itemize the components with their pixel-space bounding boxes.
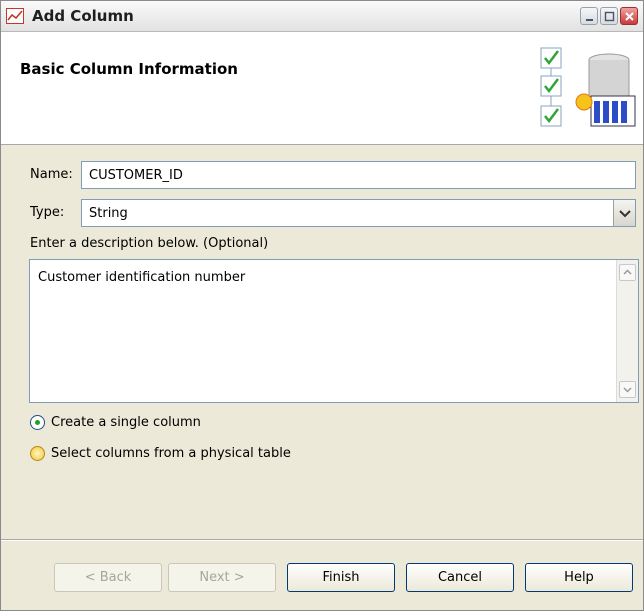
maximize-icon <box>604 11 615 22</box>
database-checklist-icon <box>540 47 636 127</box>
option-physical-table-label: Select columns from a physical table <box>51 446 291 461</box>
radio-selected[interactable] <box>30 415 45 430</box>
window-title: Add Column <box>32 7 134 25</box>
close-icon <box>625 12 634 21</box>
finish-button[interactable]: Finish <box>287 563 395 592</box>
radio-unselected[interactable] <box>30 446 45 461</box>
minimize-button[interactable] <box>580 7 598 25</box>
cancel-button[interactable]: Cancel <box>406 563 514 592</box>
title-bar[interactable]: Add Column <box>1 1 643 32</box>
name-input-value: CUSTOMER_ID <box>89 167 183 183</box>
name-input[interactable]: CUSTOMER_ID <box>81 161 636 189</box>
arrow-down-icon <box>623 387 632 393</box>
option-physical-table[interactable]: Select columns from a physical table <box>30 446 291 461</box>
back-button[interactable]: < Back <box>54 563 162 592</box>
maximize-button[interactable] <box>600 7 618 25</box>
description-prompt: Enter a description below. (Optional) <box>30 236 269 251</box>
chevron-down-icon <box>619 210 631 218</box>
wizard-header: Basic Column Information <box>1 32 643 145</box>
help-button[interactable]: Help <box>525 563 633 592</box>
scroll-down-button[interactable] <box>619 381 636 398</box>
option-single-column-label: Create a single column <box>51 415 201 430</box>
arrow-up-icon <box>623 269 632 275</box>
footer-separator <box>1 539 643 541</box>
description-value: Customer identification number <box>38 270 246 285</box>
add-column-dialog: Add Column Basic Column Information Name… <box>0 0 644 611</box>
next-button[interactable]: Next > <box>168 563 276 592</box>
description-textarea[interactable]: Customer identification number <box>29 259 639 403</box>
scroll-up-button[interactable] <box>619 264 636 281</box>
minimize-icon <box>586 19 593 21</box>
type-label: Type: <box>30 205 65 220</box>
type-select-value: String <box>89 205 128 221</box>
page-title: Basic Column Information <box>20 60 238 78</box>
option-single-column[interactable]: Create a single column <box>30 415 201 430</box>
name-label: Name: <box>30 167 73 182</box>
type-select[interactable]: String <box>81 199 636 227</box>
type-dropdown-button[interactable] <box>613 200 635 226</box>
chart-app-icon <box>6 8 24 24</box>
close-button[interactable] <box>620 7 638 25</box>
description-scrollbar[interactable] <box>616 260 638 402</box>
